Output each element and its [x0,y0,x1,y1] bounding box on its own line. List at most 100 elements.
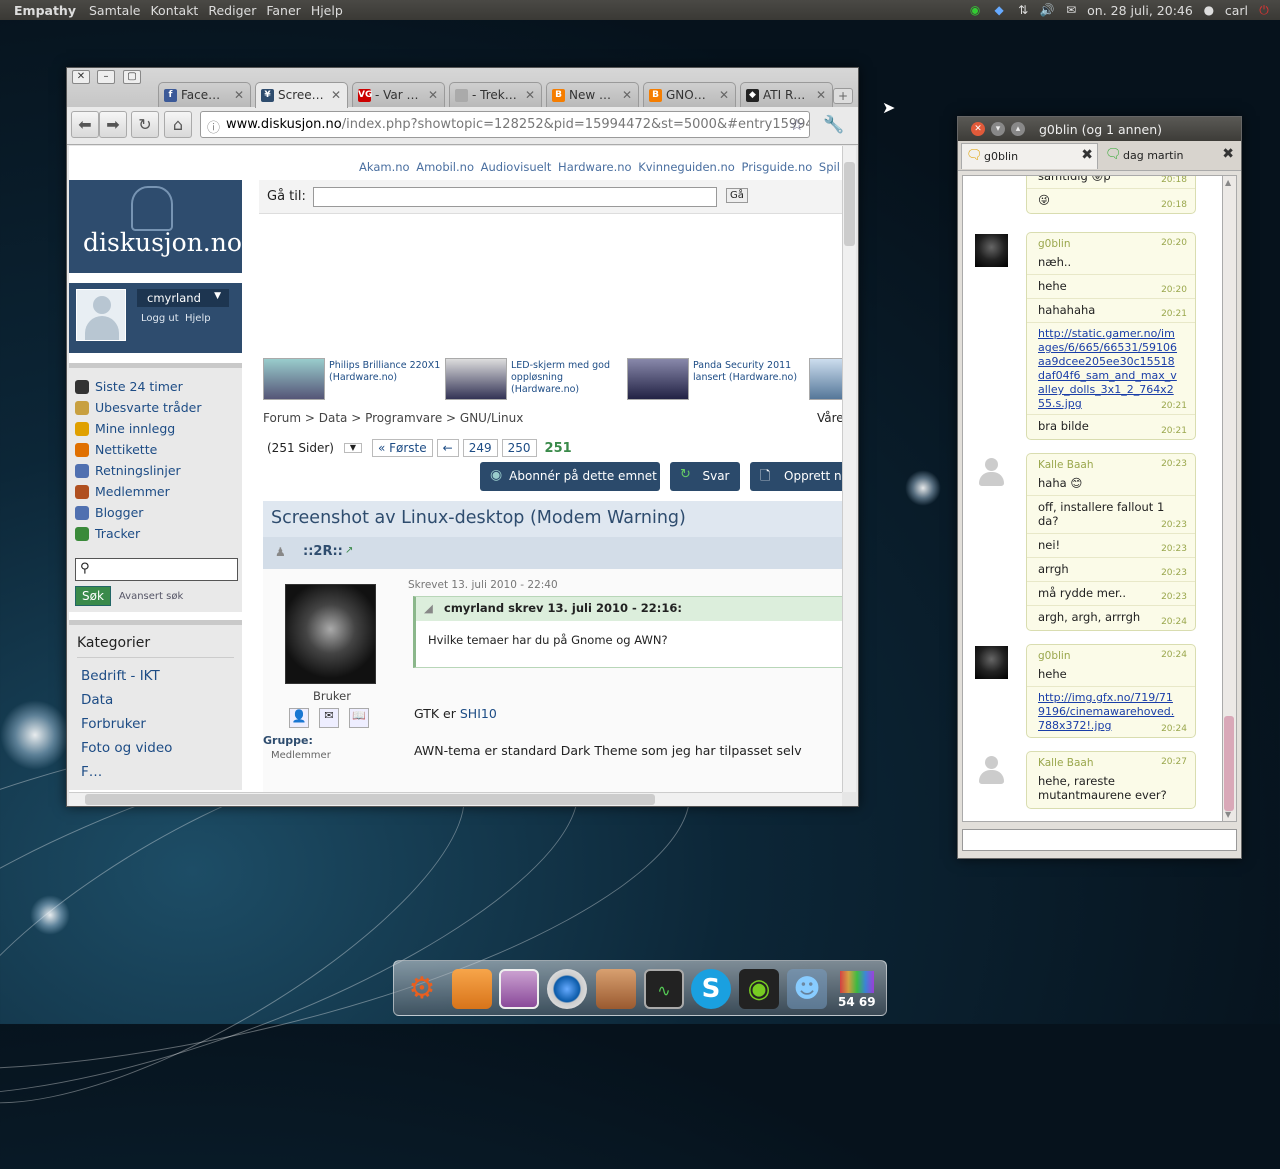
logout-link[interactable]: Logg ut [141,313,179,324]
menu-rediger[interactable]: Rediger [203,3,261,18]
close-tab-icon[interactable]: ✕ [719,88,729,102]
power-icon[interactable]: ⏻ [1256,3,1272,17]
maximize-chat-button[interactable]: ▴ [1011,122,1025,136]
nav-item[interactable]: Siste 24 timer [75,376,238,397]
browser-tab[interactable]: VG - Var … ✕ [352,82,445,107]
breadcrumb-forum[interactable]: Forum [263,411,301,425]
help-link[interactable]: Hjelp [185,313,211,324]
mail-icon[interactable]: ✉ [1063,3,1079,17]
nav-item[interactable]: Ubesvarte tråder [75,397,238,418]
page-prev[interactable]: ← [436,439,459,457]
nav-item[interactable]: Tracker [75,523,238,544]
close-tab-icon[interactable]: ✖ [1081,147,1093,163]
hscroll-thumb[interactable] [85,794,655,805]
new-topic-button[interactable]: 🗋 Opprett ny [750,462,842,491]
horizontal-scrollbar[interactable] [69,792,842,806]
nav-item[interactable]: Mine innlegg [75,418,238,439]
menu-samtale[interactable]: Samtale [84,3,146,18]
ubuntu-icon[interactable]: ⚙ [402,969,442,1009]
blog-icon[interactable]: 📖 [349,708,369,728]
search-button[interactable]: Søk [75,586,111,606]
browser-tab[interactable]: - Trek… ✕ [449,82,542,107]
breadcrumb-programvare[interactable]: Programvare [365,411,442,425]
system-monitor-icon[interactable]: ∿ [644,969,684,1009]
bookmark-star-icon[interactable]: ☆ [790,115,804,134]
nav-item[interactable]: Nettikette [75,439,238,460]
browser-tab[interactable]: B New … ✕ [546,82,639,107]
advanced-search-link[interactable]: Avansert søk [119,591,183,602]
breadcrumb-right[interactable]: Våre [817,411,842,425]
poster-name[interactable]: ::2R:: [303,544,343,559]
network-icon[interactable]: ⇅ [1015,3,1031,17]
nav-item[interactable]: Medlemmer [75,481,238,502]
user-status-icon[interactable]: ● [1201,3,1217,17]
empathy-icon[interactable]: ☻ [787,969,827,1009]
spotify-icon[interactable]: ◉ [967,3,983,17]
menu-faner[interactable]: Faner [261,3,305,18]
category-link[interactable]: Foto og video [77,740,234,764]
message-link[interactable]: http://static.gamer.no/images/6/665/6653… [1038,327,1178,411]
close-tab-icon[interactable]: ✕ [816,88,826,102]
profile-icon[interactable]: 👤 [289,708,309,728]
page-jump-dropdown[interactable]: ▼ [343,443,362,453]
minimize-window-button[interactable]: – [97,70,115,84]
chromium-icon[interactable] [547,969,587,1009]
post-link[interactable]: SHI10 [460,706,497,721]
ad-thumbnail[interactable] [809,358,842,400]
chat-scrollbar[interactable]: ▲ ▼ [1223,175,1237,822]
reply-button[interactable]: ↻ Svar [670,462,740,491]
category-link[interactable]: F… [77,764,234,788]
close-tab-icon[interactable]: ✕ [525,88,535,102]
user-menu[interactable]: cmyrland ▼ [137,289,229,307]
close-tab-icon[interactable]: ✕ [428,88,438,102]
close-window-button[interactable]: ✕ [72,70,90,84]
username[interactable]: carl [1225,3,1248,18]
close-tab-icon[interactable]: ✕ [622,88,632,102]
nav-item[interactable]: Blogger [75,502,238,523]
user-avatar[interactable] [76,289,126,341]
dock-clock[interactable]: 54 69 [838,995,876,1009]
scroll-down-icon[interactable]: ▼ [1225,810,1231,819]
menu-kontakt[interactable]: Kontakt [145,3,203,18]
message-icon[interactable]: ✉ [319,708,339,728]
close-tab-icon[interactable]: ✕ [331,88,341,102]
wrench-menu-icon[interactable]: 🔧 [823,115,844,135]
reload-button[interactable]: ↻ [131,111,159,138]
close-chat-button[interactable]: ✕ [971,122,985,136]
browser-tab[interactable]: f Face… ✕ [158,82,251,107]
default-avatar-icon[interactable] [975,753,1008,786]
window-list-icon[interactable] [499,969,539,1009]
nvidia-icon[interactable]: ◉ [739,969,779,1009]
goto-input[interactable] [313,187,717,207]
browser-tab[interactable]: B GNO… ✕ [643,82,736,107]
back-button[interactable]: ⬅ [71,111,99,138]
close-tab-icon[interactable]: ✖ [1222,146,1234,162]
vertical-scrollbar[interactable] [842,146,856,792]
category-link[interactable]: Forbruker [77,716,234,740]
ad-item[interactable]: LED-skjerm med god oppløsning (Hardware.… [445,358,625,402]
package-icon[interactable] [596,969,636,1009]
chat-tab-goblin[interactable]: 🗨 g0blin ✖ [961,143,1098,169]
chat-scroll-thumb[interactable] [1224,716,1234,811]
site-logo[interactable]: diskusjon.no [69,180,242,273]
category-link[interactable]: Bedrift - IKT [77,668,234,692]
ad-item[interactable]: Philips Brilliance 220X1 (Hardware.no) [263,358,443,402]
message-link[interactable]: http://img.gfx.no/719/719196/cinemawareh… [1038,691,1178,733]
skype-icon[interactable]: S [691,969,731,1009]
new-tab-button[interactable]: + [833,88,853,104]
forward-button[interactable]: ➡ [99,111,127,138]
contact-avatar[interactable] [975,646,1008,679]
menu-hjelp[interactable]: Hjelp [306,3,348,18]
breadcrumb-data[interactable]: Data [319,411,348,425]
goto-button[interactable]: Gå [726,188,748,203]
profile-link-icon[interactable]: ↗ [345,545,353,556]
minimize-chat-button[interactable]: ▾ [991,122,1005,136]
maximize-window-button[interactable]: ▢ [123,70,141,84]
ad-item[interactable]: Panda Security 2011 lansert (Hardware.no… [627,358,807,402]
home-button[interactable]: ⌂ [164,111,192,138]
volume-icon[interactable]: 🔊 [1039,3,1055,17]
subscribe-button[interactable]: ◉ Abonnér på dette emnet [480,462,660,491]
scroll-up-icon[interactable]: ▲ [1225,178,1231,187]
address-bar[interactable]: ⓘ www.diskusjon.no/index.php?showtopic=1… [200,111,810,138]
browser-tab[interactable]: ¥ Scree… ✕ [255,82,348,108]
